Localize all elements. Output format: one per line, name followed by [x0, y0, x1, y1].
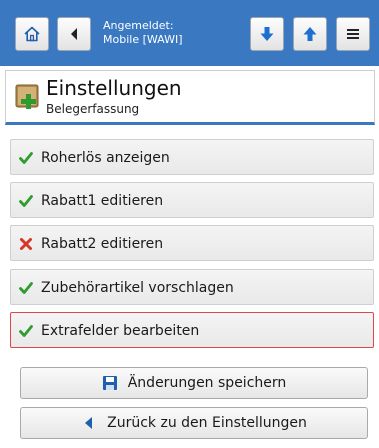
back-to-settings-button[interactable]: Zurück zu den Einstellungen	[20, 407, 368, 439]
option-label: Rabatt1 editieren	[41, 193, 164, 209]
home-button[interactable]	[15, 17, 49, 51]
scroll-up-button[interactable]	[293, 17, 327, 51]
page-header: Einstellungen Belegerfassung	[5, 70, 375, 125]
checkmark-icon	[19, 282, 33, 294]
option-rabatt1-editieren[interactable]: Rabatt1 editieren	[10, 182, 374, 218]
option-label: Extrafelder bearbeiten	[41, 323, 200, 339]
hamburger-menu-icon	[347, 29, 359, 39]
option-label: Rabatt2 editieren	[41, 236, 164, 252]
menu-button[interactable]	[336, 17, 370, 51]
triangle-left-icon	[71, 28, 77, 40]
cross-icon	[20, 238, 32, 250]
scroll-down-button[interactable]	[250, 17, 284, 51]
home-icon	[24, 26, 40, 42]
option-rabatt2-editieren[interactable]: Rabatt2 editieren	[10, 225, 374, 261]
back-button[interactable]	[57, 17, 91, 51]
save-disk-icon	[102, 376, 117, 390]
back-to-settings-label: Zurück zu den Einstellungen	[107, 415, 307, 431]
settings-add-icon	[15, 84, 39, 109]
checkmark-icon	[19, 325, 33, 337]
arrow-up-icon	[303, 27, 317, 41]
logged-in-label: Angemeldet:	[103, 19, 174, 32]
page-subtitle: Belegerfassung	[46, 102, 140, 116]
top-bar: Angemeldet: Mobile [WAWI]	[0, 0, 379, 66]
arrow-down-icon	[260, 27, 274, 41]
checkmark-icon	[19, 195, 33, 207]
logged-in-user: Mobile [WAWI]	[103, 33, 183, 46]
save-changes-label: Änderungen speichern	[127, 375, 287, 391]
option-zubehoerartikel-vorschlagen[interactable]: Zubehörartikel vorschlagen	[10, 269, 374, 305]
page-title: Einstellungen	[46, 76, 182, 100]
save-changes-button[interactable]: Änderungen speichern	[20, 367, 368, 399]
option-label: Roherlös anzeigen	[41, 150, 170, 166]
option-label: Zubehörartikel vorschlagen	[41, 280, 234, 296]
triangle-left-icon	[85, 417, 93, 429]
logged-in-info: Angemeldet: Mobile [WAWI]	[103, 19, 243, 47]
option-roherloes-anzeigen[interactable]: Roherlös anzeigen	[10, 139, 374, 175]
checkmark-icon	[19, 152, 33, 164]
option-extrafelder-bearbeiten[interactable]: Extrafelder bearbeiten	[10, 312, 374, 348]
